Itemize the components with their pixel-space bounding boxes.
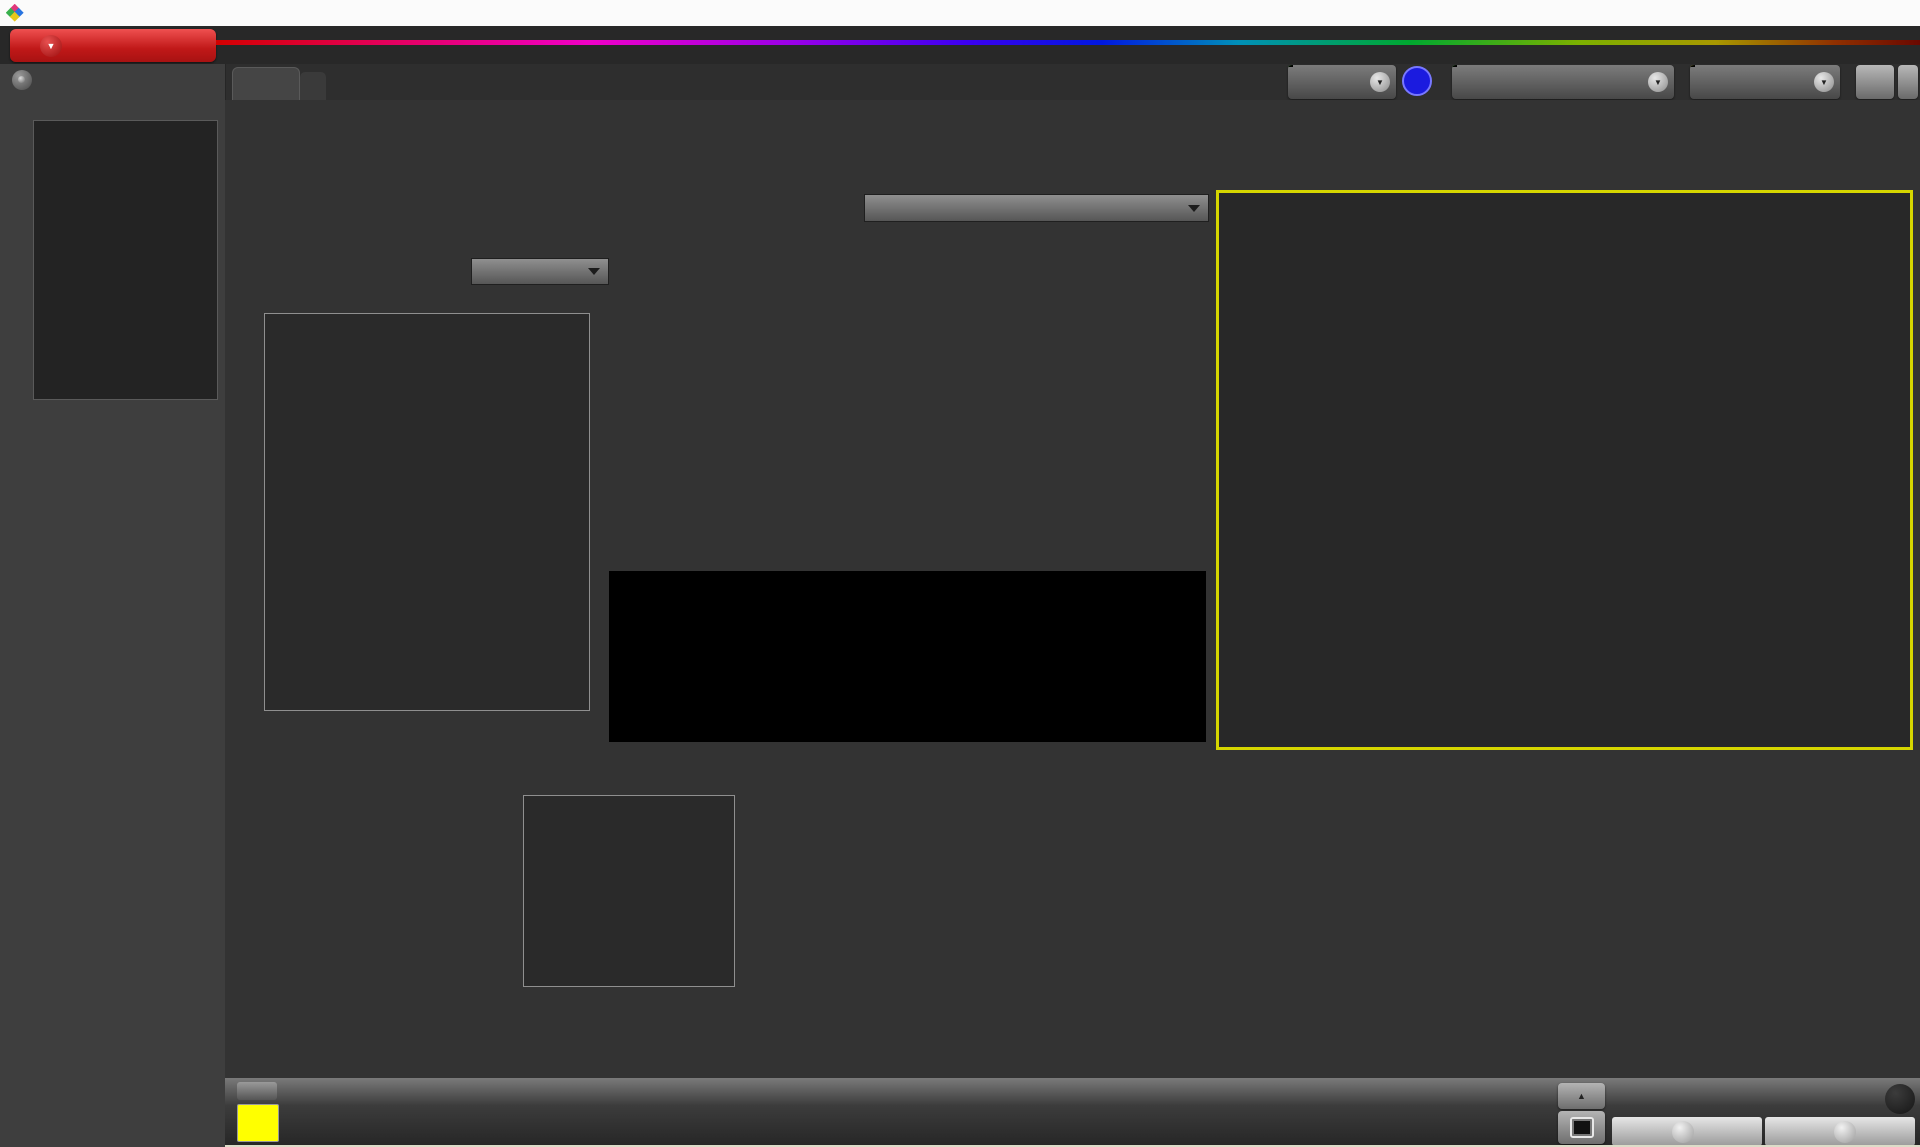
levels-select[interactable] — [864, 194, 1209, 222]
app-window: ▼ ▼ ▼ ▼ ▲ — [0, 0, 1920, 1147]
tab-history-1[interactable] — [232, 67, 300, 101]
current-pattern-swatch[interactable] — [237, 1104, 279, 1142]
meter-dropdown-chevron-icon[interactable]: ▼ — [1370, 72, 1390, 92]
pattern-generator-chevron-icon[interactable]: ▼ — [1648, 72, 1668, 92]
display-control-chevron-icon[interactable]: ▼ — [1814, 72, 1834, 92]
deltae-chart — [264, 313, 590, 711]
back-button[interactable] — [1612, 1117, 1762, 1146]
tab-row: ▼ ▼ ▼ — [0, 64, 1920, 101]
de-formula-chevron-down-icon — [588, 268, 600, 275]
settings-button[interactable] — [1856, 65, 1894, 99]
sidebar — [0, 64, 226, 1147]
levels-chevron-down-icon — [1188, 204, 1200, 212]
pattern-window-up-button[interactable]: ▲ — [1558, 1083, 1605, 1109]
cie-1976-panel — [1216, 190, 1913, 750]
back-chevrons-icon — [1671, 1120, 1694, 1143]
status-orb — [1885, 1084, 1915, 1114]
main-content — [225, 100, 1920, 1078]
close-icon[interactable] — [1874, 0, 1920, 26]
maximize-icon[interactable] — [1828, 0, 1874, 26]
title-bar — [0, 0, 1920, 26]
pattern-bar: ▲ — [225, 1078, 1920, 1147]
sidebar-collapse-button[interactable] — [196, 70, 218, 90]
pattern-generator-dropdown[interactable]: ▼ — [1452, 65, 1674, 99]
next-chevrons-icon — [1833, 1120, 1856, 1143]
pattern-window-button[interactable] — [1558, 1111, 1605, 1144]
sidebar-orb-button[interactable] — [12, 70, 32, 90]
rgb-balance-chart — [523, 795, 735, 987]
calman-menu-chevron-icon[interactable]: ▼ — [40, 34, 62, 57]
cie-chromaticity-diagram — [1253, 207, 1920, 747]
pattern-window-icon — [1569, 1117, 1594, 1138]
de-formula-select[interactable] — [471, 258, 609, 285]
pattern-bar-expand-button[interactable] — [237, 1082, 277, 1100]
app-header: ▼ — [0, 26, 1920, 64]
actual-target-swatch-strip — [609, 571, 1206, 742]
pattern-generator-status-indicator — [1452, 65, 1457, 67]
next-button[interactable] — [1765, 1117, 1915, 1146]
calman-app-icon — [6, 4, 24, 22]
add-tab-button[interactable] — [300, 72, 326, 100]
display-control-status-indicator — [1690, 65, 1695, 67]
meter-reading-badge[interactable] — [1402, 66, 1432, 96]
rainbow-accent-strip — [216, 40, 1920, 45]
meter-dropdown[interactable]: ▼ — [1288, 65, 1396, 99]
workflow-tree — [33, 120, 218, 400]
calman-menu-button[interactable]: ▼ — [10, 29, 216, 62]
toolbar-collapse-button[interactable] — [1898, 65, 1918, 99]
minimize-icon[interactable] — [1782, 0, 1828, 26]
meter-status-indicator — [1288, 65, 1293, 67]
display-control-dropdown[interactable]: ▼ — [1690, 65, 1840, 99]
